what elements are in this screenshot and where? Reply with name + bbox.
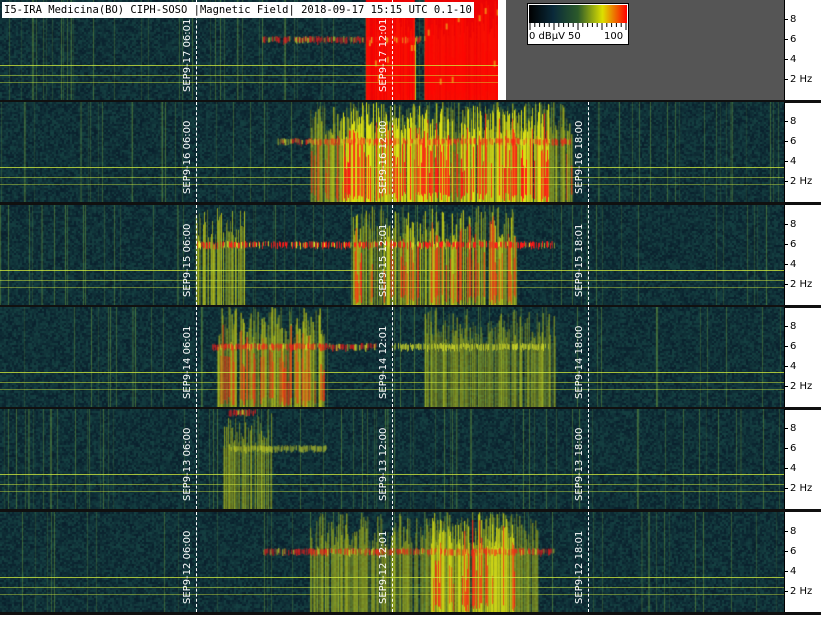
frequency-axis: 8 6 4 2 Hz — [784, 409, 821, 509]
spectrogram-strip: SEP9-14 06:01 SEP9-14 12:01 SEP9-14 18:00 8… — [0, 307, 821, 407]
time-marker-line — [392, 307, 393, 407]
spectrogram-strip: SEP9-12 06:00 SEP9-12 12:01 SEP9-12 18:01 8… — [0, 512, 821, 612]
time-marker-line — [196, 307, 197, 407]
time-marker-line — [588, 205, 589, 305]
frequency-tick-label: 2 Hz — [784, 176, 812, 188]
frequency-tick-label: 2 Hz — [784, 483, 812, 495]
colorbar-gradient — [529, 5, 627, 23]
frequency-tick-label: 2 Hz — [784, 381, 812, 393]
colorbar-ticks — [529, 23, 627, 30]
frequency-tick-label: 8 — [784, 14, 796, 26]
frequency-axis: 8 6 4 2 Hz — [784, 512, 821, 612]
colorbar-mid-label: 50 — [568, 31, 581, 42]
harmonic-guide-line — [0, 75, 498, 76]
frequency-tick-label: 6 — [784, 239, 796, 251]
time-marker-line — [588, 307, 589, 407]
chart-title: I5-IRA Medicina(BO) CIPH-SOSO |Magnetic … — [2, 2, 474, 18]
spectrogram-strip: SEP9-16 06:00 SEP9-16 12:00 SEP9-16 18:00 8… — [0, 102, 821, 202]
frequency-tick-label: 4 — [784, 54, 796, 66]
time-marker-line — [588, 102, 589, 202]
spectrogram-strip: SEP9-13 06:00 SEP9-13 12:00 SEP9-13 18:00 8… — [0, 409, 821, 509]
frequency-tick-label: 2 Hz — [784, 279, 812, 291]
frequency-tick-label: 4 — [784, 259, 796, 271]
time-marker-label: SEP9-14 12:01 — [378, 325, 389, 399]
frequency-tick-label: 6 — [784, 341, 796, 353]
frequency-tick-label: 2 Hz — [784, 586, 812, 598]
frequency-axis: 8 6 4 2 Hz — [784, 205, 821, 305]
time-marker-line — [196, 409, 197, 509]
time-marker-label: SEP9-15 06:00 — [182, 223, 193, 297]
frequency-tick-label: 4 — [784, 361, 796, 373]
frequency-tick-label: 4 — [784, 463, 796, 475]
frequency-axis: 8 6 4 2 Hz — [784, 0, 821, 100]
time-marker-label: SEP9-17 06:01 — [182, 18, 193, 92]
time-marker-label: SEP9-16 18:00 — [574, 120, 585, 194]
frequency-tick-label: 8 — [784, 116, 796, 128]
time-marker-label: SEP9-13 06:00 — [182, 427, 193, 501]
time-marker-line — [392, 512, 393, 612]
time-marker-label: SEP9-13 12:00 — [378, 427, 389, 501]
frequency-tick-label: 8 — [784, 526, 796, 538]
spectrogram-strip: SEP9-15 06:00 SEP9-15 12:01 SEP9-15 18:01 8… — [0, 205, 821, 305]
colorbar-legend: 0 dBµV 50 100 — [527, 3, 629, 45]
time-marker-label: SEP9-12 06:00 — [182, 530, 193, 604]
frequency-tick-label: 6 — [784, 546, 796, 558]
frequency-tick-label: 6 — [784, 136, 796, 148]
time-marker-label: SEP9-12 18:01 — [574, 530, 585, 604]
time-marker-label: SEP9-15 12:01 — [378, 223, 389, 297]
colorbar-max-label: 100 — [604, 31, 624, 42]
time-marker-label: SEP9-15 18:01 — [574, 223, 585, 297]
frequency-tick-label: 8 — [784, 423, 796, 435]
time-marker-label: SEP9-16 12:00 — [378, 120, 389, 194]
time-marker-line — [392, 102, 393, 202]
time-marker-label: SEP9-16 06:00 — [182, 120, 193, 194]
frequency-tick-label: 4 — [784, 566, 796, 578]
time-marker-line — [588, 409, 589, 509]
frequency-tick-label: 8 — [784, 219, 796, 231]
time-marker-line — [196, 205, 197, 305]
time-marker-line — [196, 102, 197, 202]
frequency-tick-label: 2 Hz — [784, 74, 812, 86]
frequency-tick-label: 4 — [784, 156, 796, 168]
time-marker-label: SEP9-13 18:00 — [574, 427, 585, 501]
colorbar-min-label: 0 dBµV — [529, 31, 565, 42]
frequency-axis: 8 6 4 2 Hz — [784, 102, 821, 202]
frequency-tick-label: 6 — [784, 34, 796, 46]
harmonic-guide-line — [0, 82, 498, 83]
harmonic-guide-line — [0, 65, 498, 66]
time-marker-line — [392, 205, 393, 305]
time-marker-label: SEP9-17 12:01 — [378, 18, 389, 92]
frequency-tick-label: 8 — [784, 321, 796, 333]
time-marker-label: SEP9-14 06:01 — [182, 325, 193, 399]
time-marker-line — [392, 409, 393, 509]
frequency-axis: 8 6 4 2 Hz — [784, 307, 821, 407]
frequency-tick-label: 6 — [784, 443, 796, 455]
time-marker-line — [588, 512, 589, 612]
time-marker-label: SEP9-12 12:01 — [378, 530, 389, 604]
strip-separator — [0, 612, 821, 615]
time-marker-label: SEP9-14 18:00 — [574, 325, 585, 399]
time-marker-line — [196, 512, 197, 612]
